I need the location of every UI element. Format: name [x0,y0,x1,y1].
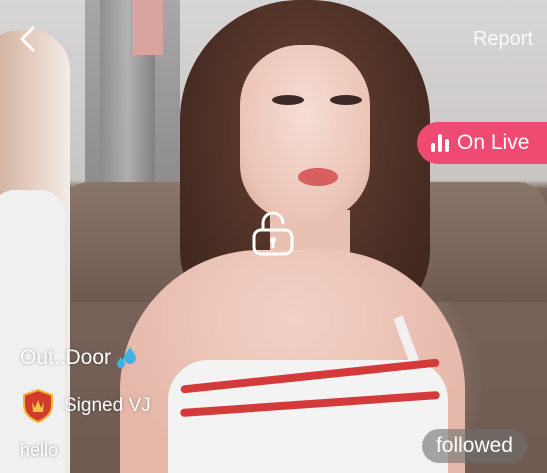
vj-name-row: Out..Door [20,345,140,371]
shield-badge-icon [23,388,53,424]
subject-eye [330,95,362,105]
subject-lips [298,168,338,186]
signed-vj-label: Signed VJ [64,395,151,416]
unlock-icon[interactable] [248,208,298,258]
on-live-label: On Live [457,131,530,154]
side-person-dress [0,190,65,473]
back-button[interactable] [12,24,42,54]
report-button[interactable]: Report [473,28,533,51]
greeting-text: hello [20,440,59,460]
subject-face [240,45,370,220]
live-bars-icon [431,134,449,152]
on-live-badge[interactable]: On Live [417,122,547,164]
followed-button[interactable]: followed [421,429,527,463]
chevron-left-icon [20,26,35,52]
vj-name: Out..Door [20,346,112,369]
background-object [133,0,163,55]
water-drops-icon [117,347,137,368]
signed-vj-row: Signed VJ [20,388,151,424]
subject-eye [272,95,304,105]
